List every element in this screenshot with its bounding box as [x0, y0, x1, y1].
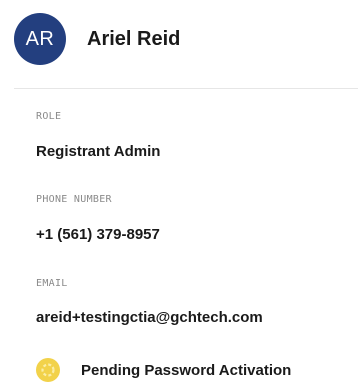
- user-name: Ariel Reid: [87, 27, 181, 50]
- avatar-initials: AR: [25, 27, 55, 50]
- role-label: ROLE: [36, 111, 62, 122]
- pending-icon: [36, 358, 60, 382]
- status-indicator: Pending Password Activation: [36, 358, 291, 382]
- user-detail-card: AR Ariel Reid ROLE Registrant Admin PHON…: [0, 0, 358, 384]
- email-label: EMAIL: [36, 278, 68, 289]
- avatar: AR: [14, 13, 66, 65]
- phone-number-label: PHONE NUMBER: [36, 194, 112, 205]
- phone-number-value: +1 (561) 379-8957: [36, 226, 160, 243]
- role-value: Registrant Admin: [36, 143, 161, 160]
- email-value: areid+testingctia@gchtech.com: [36, 309, 263, 326]
- user-header: AR Ariel Reid: [14, 13, 180, 65]
- status-text: Pending Password Activation: [81, 361, 292, 379]
- header-divider: [14, 88, 358, 89]
